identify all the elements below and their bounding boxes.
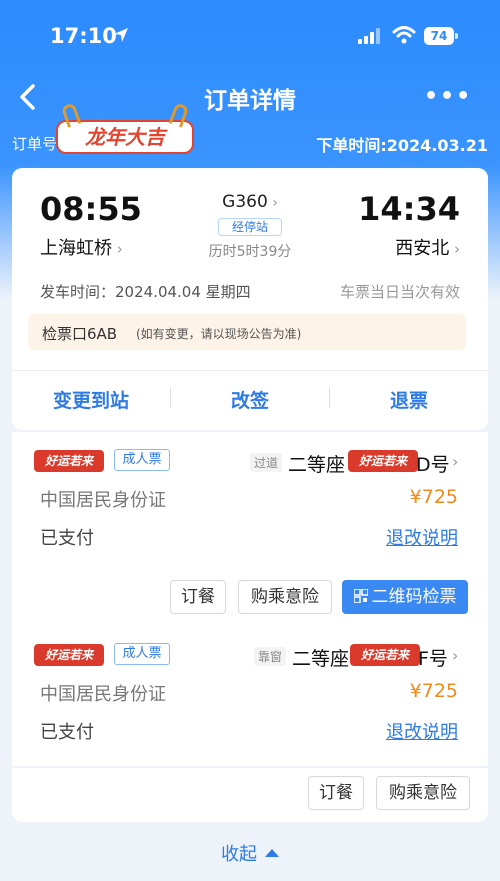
ticket-price: ¥725 — [409, 680, 458, 702]
id-type: 中国居民身份证 — [40, 684, 166, 705]
passenger-card: 好运若来 成人票 过道 二等座 好运若来 D号 › 中国居民身份证 ¥725 已… — [12, 432, 488, 572]
stops-button[interactable]: 经停站 — [218, 218, 282, 236]
buy-insurance-button[interactable]: 购乘意险 — [376, 776, 470, 810]
name-sticker: 好运若来 — [34, 450, 104, 472]
seat-number-sticker: 好运若来 — [350, 644, 420, 666]
ticket-type-badge: 成人票 — [114, 643, 170, 665]
seat-number: D号 — [416, 454, 450, 476]
location-arrow-icon — [114, 28, 128, 42]
gate-info: 检票口6AB (如有变更，请以现场公告为准) — [28, 314, 466, 350]
refund-button[interactable]: 退票 — [330, 386, 488, 413]
seat-class: 二等座 — [288, 454, 346, 476]
travel-duration: 历时5时39分 — [208, 244, 292, 260]
payment-status: 已支付 — [40, 528, 94, 549]
ticket-price: ¥725 — [409, 486, 458, 508]
name-sticker: 好运若来 — [34, 644, 104, 666]
departure-date: 发车时间：2024.04.04 星期四 — [40, 283, 251, 301]
status-bar: 17:10 74 — [0, 0, 500, 70]
more-options-icon[interactable]: ••• — [424, 84, 470, 109]
payment-status: 已支付 — [40, 722, 94, 743]
signal-icon — [358, 28, 380, 44]
seat-position-tag: 过道 — [250, 453, 283, 472]
chevron-right-icon[interactable]: › — [452, 646, 458, 665]
passenger-card: 好运若来 成人票 靠窗 二等座 好运若来 F号 › 中国居民身份证 ¥725 已… — [12, 626, 488, 766]
order-number-label: 订单号 — [12, 135, 58, 153]
battery-icon: 74 — [424, 27, 458, 45]
wifi-icon — [392, 26, 416, 44]
seat-number: F号 — [418, 648, 448, 670]
passenger-actions: 订餐 购乘意险 — [12, 768, 488, 822]
ticket-validity: 车票当日当次有效 — [339, 283, 460, 301]
collapse-button[interactable]: 收起 — [0, 840, 500, 866]
order-meal-button[interactable]: 订餐 — [308, 776, 364, 810]
refund-rules-link[interactable]: 退改说明 — [386, 524, 458, 550]
chevron-up-icon — [265, 849, 279, 857]
refund-rules-link[interactable]: 退改说明 — [386, 718, 458, 744]
buy-insurance-button[interactable]: 购乘意险 — [238, 580, 332, 614]
seat-number-sticker: 好运若来 — [348, 450, 418, 472]
trip-card: 08:55 14:34 上海虹桥 › 西安北 › G360 › 经停站 历时5时… — [12, 168, 488, 430]
change-destination-button[interactable]: 变更到站 — [12, 386, 170, 413]
seat-class: 二等座 — [292, 648, 350, 670]
dragon-year-sticker: 龙年大吉 — [56, 102, 194, 154]
seat-position-tag: 靠窗 — [254, 647, 287, 666]
order-time: 下单时间:2024.03.21 — [316, 136, 488, 155]
chevron-right-icon[interactable]: › — [452, 452, 458, 471]
reschedule-button[interactable]: 改签 — [171, 386, 329, 413]
train-number[interactable]: G360 › — [12, 192, 488, 212]
qr-checkin-button[interactable]: 二维码检票 — [342, 580, 468, 614]
passenger-actions: 订餐 购乘意险 二维码检票 — [12, 572, 488, 626]
ticket-type-badge: 成人票 — [114, 449, 170, 471]
gate-number: 检票口6AB — [42, 325, 118, 343]
status-time: 17:10 — [50, 24, 117, 48]
qr-code-icon — [353, 589, 368, 603]
gate-note: (如有变更，请以现场公告为准) — [136, 327, 302, 341]
id-type: 中国居民身份证 — [40, 490, 166, 511]
divider — [12, 370, 488, 371]
battery-level: 74 — [424, 27, 454, 45]
order-meal-button[interactable]: 订餐 — [170, 580, 226, 614]
